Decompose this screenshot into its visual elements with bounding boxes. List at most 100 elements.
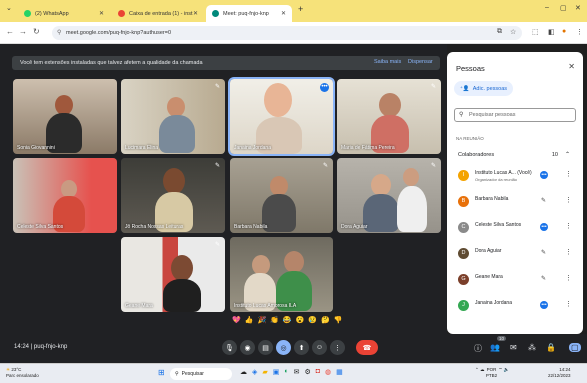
participant-list-item[interactable]: J Janaina Jordana ••• ⋮ xyxy=(455,296,579,316)
reaction-sad-icon[interactable]: 😢 xyxy=(308,316,317,324)
bookmark-star-icon[interactable]: ☆ xyxy=(510,28,516,36)
windows-start-icon[interactable]: ⊞ xyxy=(158,368,165,377)
site-info-icon[interactable]: ⚲ xyxy=(57,29,61,36)
taskbar-search[interactable]: ⚲ Pesquisar xyxy=(170,368,232,380)
cloud-icon: ☁ xyxy=(480,367,485,372)
video-tile[interactable]: Celeste Silva Santos xyxy=(13,158,117,233)
video-tile-active-speaker[interactable]: ••• Janaina Jordana xyxy=(228,77,335,156)
emoji-reactions-button[interactable]: ☺ xyxy=(312,340,327,355)
leave-call-button[interactable]: ☎ xyxy=(356,340,378,355)
more-options-icon[interactable]: ⋮ xyxy=(565,274,572,282)
reaction-thinking-icon[interactable]: 🤔 xyxy=(321,316,330,324)
menu-icon[interactable]: ⋮ xyxy=(576,28,583,36)
chat-icon[interactable]: ✉ xyxy=(510,343,517,352)
reaction-surprised-icon[interactable]: 😮 xyxy=(296,316,305,324)
url-field[interactable]: ⚲ meet.google.com/puq-fnjo-knp?authuser=… xyxy=(52,26,522,40)
minimize-icon[interactable]: – xyxy=(545,4,549,11)
system-clock[interactable]: 14:24 22/12/2023 xyxy=(548,367,571,379)
dismiss-button[interactable]: Dispensar xyxy=(408,59,433,65)
settings-icon[interactable]: ⚙ xyxy=(305,368,311,376)
video-tile[interactable]: ✎ Maria de Fátima Pereira xyxy=(337,79,441,154)
present-screen-button[interactable]: ⬆ xyxy=(294,340,309,355)
collaborators-section-header[interactable]: Colaboradores 10 ⌃ xyxy=(454,148,576,162)
video-tile[interactable]: Sonia Giovannini xyxy=(13,79,117,154)
more-options-icon[interactable]: ⋮ xyxy=(565,196,572,204)
participants-panel-toggle-icon[interactable]: ▢ xyxy=(569,343,581,352)
cast-icon[interactable]: ⧉ xyxy=(497,28,502,36)
sidepanel-icon[interactable]: ◧ xyxy=(548,28,555,36)
reload-icon[interactable]: ↻ xyxy=(33,27,40,36)
camera-button[interactable]: ◉ xyxy=(240,340,255,355)
reaction-clap-icon[interactable]: 👏 xyxy=(270,316,279,324)
edge-icon[interactable]: ◐ xyxy=(284,368,288,376)
photos-icon[interactable]: ◈ xyxy=(252,368,257,376)
window-close-icon[interactable]: ✕ xyxy=(575,4,581,12)
activities-icon[interactable]: ⁂ xyxy=(528,343,536,352)
reaction-thumbs-up-icon[interactable]: 👍 xyxy=(245,316,254,324)
forward-icon[interactable]: → xyxy=(19,27,27,36)
store-icon[interactable]: ▣ xyxy=(273,368,280,376)
close-icon[interactable]: ✕ xyxy=(99,10,104,17)
participant-list-item[interactable]: C Celeste Silva Santos ••• ⋮ xyxy=(455,218,579,238)
participant-list-item[interactable]: D Dora Aguiar ✎ ⋮ xyxy=(455,244,579,264)
tab-gmail[interactable]: Caixa de entrada (1) - instituto ✕ xyxy=(112,5,204,22)
more-options-icon[interactable]: ⋮ xyxy=(565,222,572,230)
mail-icon[interactable]: ✉ xyxy=(294,368,300,376)
microphone-button[interactable]: 🎙 xyxy=(222,340,237,355)
chevron-up-icon: ⌃ xyxy=(564,152,570,158)
system-tray[interactable]: ⌃ ☁ POR PTB2 ⌔ 🔈 xyxy=(475,367,509,379)
more-options-icon[interactable]: ⋮ xyxy=(565,248,572,256)
back-icon[interactable]: ← xyxy=(6,27,14,36)
captions-button[interactable]: ▤ xyxy=(258,340,273,355)
participant-body xyxy=(159,115,195,153)
meeting-details: 14:24 | puq-fnjo-knp xyxy=(14,344,67,350)
add-people-button[interactable]: ⁺👤 Adic. pessoas xyxy=(454,81,514,96)
chrome-icon[interactable]: ◍ xyxy=(325,368,331,376)
tab-search-icon[interactable]: ⌄ xyxy=(6,4,12,12)
more-options-icon[interactable]: ⋮ xyxy=(565,300,572,308)
reaction-laugh-icon[interactable]: 😂 xyxy=(283,316,292,324)
more-options-button[interactable]: ⋮ xyxy=(330,340,345,355)
close-icon[interactable]: ✕ xyxy=(281,10,286,17)
search-people-input[interactable]: ⚲ Pesquisar pessoas xyxy=(454,108,576,122)
participant-list-item[interactable]: I Instituto Lucas A... (Você) Organizado… xyxy=(455,166,579,186)
reaction-party-icon[interactable]: 🎉 xyxy=(257,316,266,324)
reaction-thumbs-down-icon[interactable]: 👎 xyxy=(334,316,343,324)
reaction-heart-icon[interactable]: 💖 xyxy=(232,316,241,324)
mic-off-icon[interactable]: ✎ xyxy=(541,197,546,204)
video-tile[interactable]: ✎ Barbara Nabila xyxy=(230,158,333,233)
meeting-info-icon[interactable]: ⓘ xyxy=(474,343,482,354)
participant-head xyxy=(171,255,193,281)
maximize-icon[interactable]: ▢ xyxy=(560,4,567,12)
tab-whatsapp[interactable]: (2) WhatsApp ✕ xyxy=(18,5,110,22)
tab-meet[interactable]: Meet: puq-fnjo-knp ✕ xyxy=(206,5,292,22)
video-tile[interactable]: ✎ Geane Mara xyxy=(121,237,225,312)
file-explorer-icon[interactable]: ▰ xyxy=(262,368,267,376)
learn-more-link[interactable]: Saiba mais xyxy=(374,59,401,65)
people-icon[interactable]: 👥 xyxy=(490,343,500,352)
host-controls-icon[interactable]: 🔒 xyxy=(546,343,556,352)
participant-name: Instituto Lucas Amorosa ILA xyxy=(234,303,297,309)
widgets-icon[interactable]: ☁ xyxy=(240,368,247,376)
participant-list-item[interactable]: G Geane Mara ✎ ⋮ xyxy=(455,270,579,290)
participant-list-item[interactable]: B Barbara Nabila ✎ ⋮ xyxy=(455,192,579,212)
video-tile[interactable]: ✎ Jô Rocha Nossas Leituras xyxy=(121,158,225,233)
video-tile[interactable]: ✎ Dora Aguiar xyxy=(337,158,441,233)
video-tile[interactable]: ✎ Lucimara Elina xyxy=(121,79,225,154)
whatsapp-icon xyxy=(24,10,31,17)
hand-raise-button[interactable]: ◎ xyxy=(276,340,291,355)
profile-icon[interactable]: ● xyxy=(562,28,566,35)
participant-name: Jô Rocha Nossas Leituras xyxy=(125,224,184,230)
participant-head xyxy=(163,168,185,194)
new-tab-button[interactable]: + xyxy=(298,4,303,14)
more-options-icon[interactable]: ⋮ xyxy=(565,170,572,178)
office-icon[interactable]: ◘ xyxy=(316,368,320,376)
video-tile[interactable]: Instituto Lucas Amorosa ILA xyxy=(230,237,333,312)
weather-widget[interactable]: ☀ 23°C Parc ensolarado xyxy=(6,367,39,379)
mic-off-icon[interactable]: ✎ xyxy=(541,249,546,256)
notes-icon[interactable]: ▦ xyxy=(336,368,343,376)
extensions-icon[interactable]: ⬚ xyxy=(532,28,539,36)
close-icon[interactable]: ✕ xyxy=(568,62,575,71)
close-icon[interactable]: ✕ xyxy=(193,10,198,17)
mic-off-icon[interactable]: ✎ xyxy=(541,275,546,282)
